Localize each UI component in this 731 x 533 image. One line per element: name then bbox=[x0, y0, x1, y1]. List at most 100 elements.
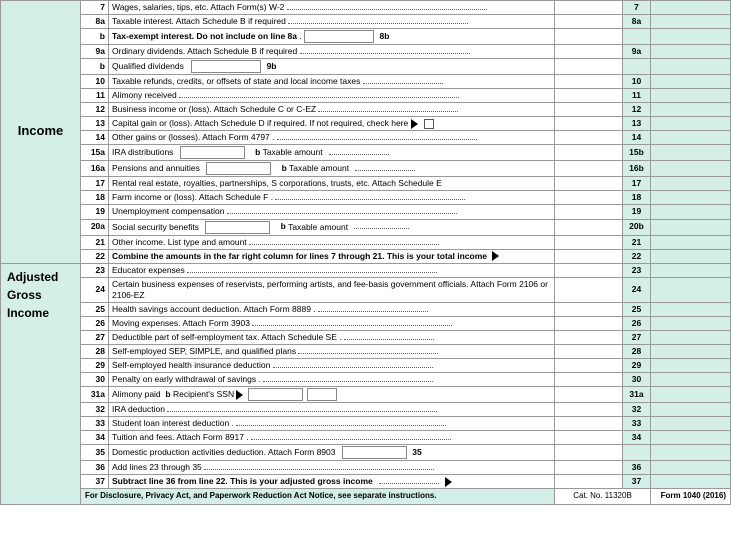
field-8b[interactable] bbox=[304, 30, 374, 43]
line-num-22: 22 bbox=[81, 249, 109, 263]
amount-14[interactable] bbox=[555, 131, 623, 145]
line-desc-30: Penalty on early withdrawal of savings . bbox=[109, 372, 555, 386]
input-8a[interactable] bbox=[651, 15, 731, 29]
line-num-36: 36 bbox=[81, 461, 109, 475]
line-num-15: 15a bbox=[81, 145, 109, 161]
amount-32[interactable] bbox=[555, 403, 623, 417]
amount-35[interactable] bbox=[555, 445, 623, 461]
amount-13[interactable] bbox=[555, 117, 623, 131]
line-desc-11: Alimony received bbox=[109, 89, 555, 103]
field-ssn-31b[interactable] bbox=[307, 388, 337, 401]
checkbox-13[interactable] bbox=[424, 119, 434, 129]
input-31a[interactable] bbox=[651, 387, 731, 403]
input-19[interactable] bbox=[651, 205, 731, 219]
input-29[interactable] bbox=[651, 358, 731, 372]
field-16a[interactable] bbox=[206, 162, 271, 175]
input-18[interactable] bbox=[651, 191, 731, 205]
line-desc-8a: Taxable interest. Attach Schedule B if r… bbox=[109, 15, 555, 29]
arrow-icon-22 bbox=[492, 251, 499, 261]
input-22[interactable] bbox=[651, 249, 731, 263]
line-num-9a: 9a bbox=[81, 45, 109, 59]
amount-9b[interactable] bbox=[555, 59, 623, 75]
amount-27[interactable] bbox=[555, 330, 623, 344]
line-20: 20a Social security benefits b Taxable a… bbox=[1, 219, 731, 235]
amount-19[interactable] bbox=[555, 205, 623, 219]
input-25[interactable] bbox=[651, 302, 731, 316]
input-33[interactable] bbox=[651, 417, 731, 431]
amount-30[interactable] bbox=[555, 372, 623, 386]
amount-18[interactable] bbox=[555, 191, 623, 205]
amount-26[interactable] bbox=[555, 316, 623, 330]
amount-25[interactable] bbox=[555, 302, 623, 316]
field-20a[interactable] bbox=[205, 221, 270, 234]
input-32[interactable] bbox=[651, 403, 731, 417]
input-24[interactable] bbox=[651, 277, 731, 302]
amount-33[interactable] bbox=[555, 417, 623, 431]
amount-10[interactable] bbox=[555, 75, 623, 89]
amount-22[interactable] bbox=[555, 249, 623, 263]
amount-11[interactable] bbox=[555, 89, 623, 103]
input-9b[interactable] bbox=[651, 59, 731, 75]
amount-16[interactable] bbox=[555, 161, 623, 177]
field-9b[interactable] bbox=[191, 60, 261, 73]
line-desc-19: Unemployment compensation bbox=[109, 205, 555, 219]
line-desc-26: Moving expenses. Attach Form 3903 bbox=[109, 316, 555, 330]
amount-31a[interactable] bbox=[555, 387, 623, 403]
input-26[interactable] bbox=[651, 316, 731, 330]
amount-36[interactable] bbox=[555, 461, 623, 475]
input-30[interactable] bbox=[651, 372, 731, 386]
input-27[interactable] bbox=[651, 330, 731, 344]
line-21: 21 Other income. List type and amount 21 bbox=[1, 235, 731, 249]
input-23[interactable] bbox=[651, 263, 731, 277]
input-16b[interactable] bbox=[651, 161, 731, 177]
col-num-30: 30 bbox=[623, 372, 651, 386]
amount-28[interactable] bbox=[555, 344, 623, 358]
input-34[interactable] bbox=[651, 431, 731, 445]
line-desc-34: Tuition and fees. Attach Form 8917 . bbox=[109, 431, 555, 445]
input-35[interactable] bbox=[651, 445, 731, 461]
amount-17[interactable] bbox=[555, 177, 623, 191]
input-11[interactable] bbox=[651, 89, 731, 103]
input-20b[interactable] bbox=[651, 219, 731, 235]
input-8b[interactable] bbox=[651, 29, 731, 45]
amount-8b[interactable] bbox=[555, 29, 623, 45]
field-35[interactable] bbox=[342, 446, 407, 459]
line-num-37: 37 bbox=[81, 475, 109, 489]
input-7[interactable] bbox=[651, 1, 731, 15]
line-num-31a: 31a bbox=[81, 387, 109, 403]
line-desc-25: Health savings account deduction. Attach… bbox=[109, 302, 555, 316]
input-17[interactable] bbox=[651, 177, 731, 191]
amount-23[interactable] bbox=[555, 263, 623, 277]
input-28[interactable] bbox=[651, 344, 731, 358]
line-33: 33 Student loan interest deduction . 33 bbox=[1, 417, 731, 431]
line-desc-10: Taxable refunds, credits, or offsets of … bbox=[109, 75, 555, 89]
line-desc-36: Add lines 23 through 35 bbox=[109, 461, 555, 475]
amount-29[interactable] bbox=[555, 358, 623, 372]
amount-37[interactable] bbox=[555, 475, 623, 489]
amount-34[interactable] bbox=[555, 431, 623, 445]
input-15b[interactable] bbox=[651, 145, 731, 161]
input-12[interactable] bbox=[651, 103, 731, 117]
amount-8a[interactable] bbox=[555, 15, 623, 29]
amount-9a[interactable] bbox=[555, 45, 623, 59]
col-num-9a: 9a bbox=[623, 45, 651, 59]
input-21[interactable] bbox=[651, 235, 731, 249]
line-24: 24 Certain business expenses of reservis… bbox=[1, 277, 731, 302]
input-14[interactable] bbox=[651, 131, 731, 145]
col-num-10: 10 bbox=[623, 75, 651, 89]
line-22: 22 Combine the amounts in the far right … bbox=[1, 249, 731, 263]
field-15a[interactable] bbox=[180, 146, 245, 159]
input-9a[interactable] bbox=[651, 45, 731, 59]
input-13[interactable] bbox=[651, 117, 731, 131]
input-10[interactable] bbox=[651, 75, 731, 89]
field-ssn-31[interactable] bbox=[248, 388, 303, 401]
input-36[interactable] bbox=[651, 461, 731, 475]
amount-7[interactable] bbox=[555, 1, 623, 15]
amount-15[interactable] bbox=[555, 145, 623, 161]
amount-21[interactable] bbox=[555, 235, 623, 249]
input-37[interactable] bbox=[651, 475, 731, 489]
amount-12[interactable] bbox=[555, 103, 623, 117]
amount-24[interactable] bbox=[555, 277, 623, 302]
line-num-30: 30 bbox=[81, 372, 109, 386]
amount-20[interactable] bbox=[555, 219, 623, 235]
